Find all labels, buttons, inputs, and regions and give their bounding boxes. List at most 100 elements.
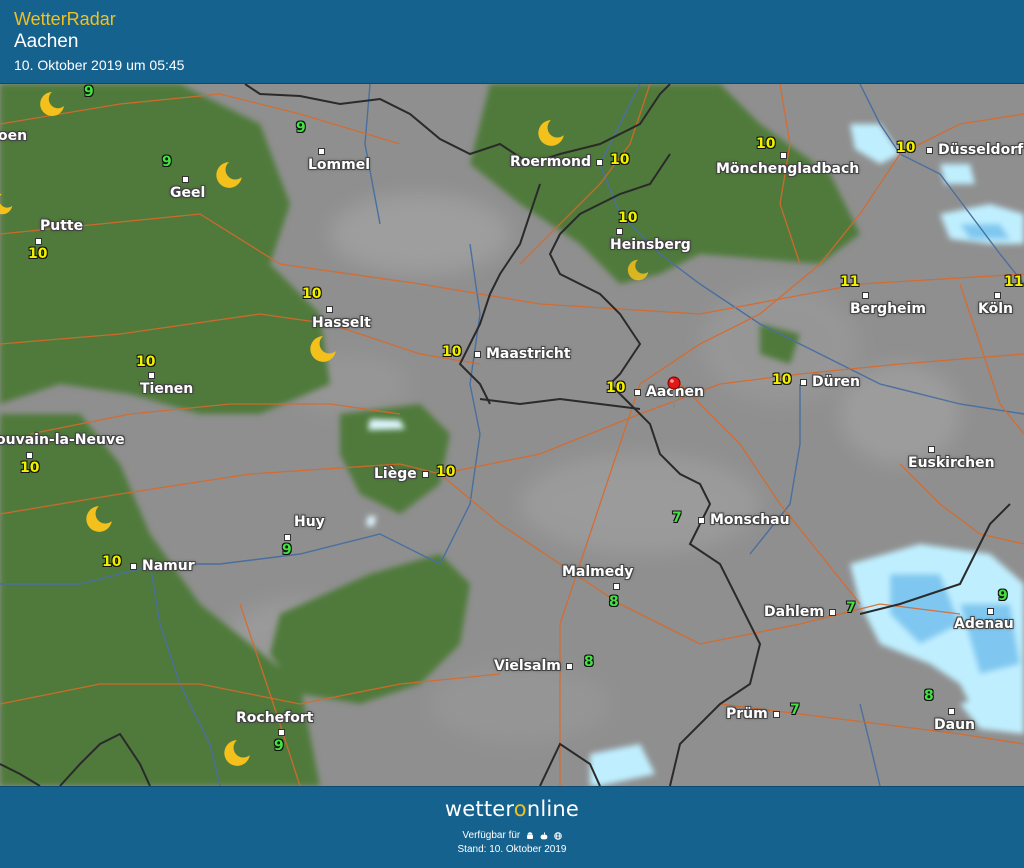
temperature-label: 7 [790,702,800,718]
radar-map[interactable]: oen Lommel Geel Putte Roermond Mönchengl… [0,84,1024,786]
city-label[interactable]: Lommel [308,148,370,173]
city-label[interactable]: Euskirchen [908,446,995,471]
city-label[interactable]: ouvain-la-Neuve [0,432,125,448]
temperature-label: 11 [1004,274,1024,290]
city-label[interactable]: Hasselt [312,306,371,331]
moon-icon [84,504,114,539]
city-label[interactable]: Liège [374,466,429,482]
temperature-label: 10 [606,380,626,396]
city-marker [182,176,189,183]
city-marker [421,470,429,478]
temperature-label: 7 [846,600,856,616]
temperature-label: 7 [672,510,682,526]
city-label[interactable]: Heinsberg [610,228,691,253]
moon-icon [222,738,252,773]
temperature-label: 10 [102,554,122,570]
city-marker [928,446,935,453]
city-marker [780,152,787,159]
timestamp: 10. Oktober 2019 um 05:45 [14,57,185,73]
city-label[interactable]: Daun [934,708,975,733]
city-label[interactable]: oen [0,128,27,144]
temperature-label: 10 [618,210,638,226]
android-icon[interactable] [526,831,534,840]
temperature-label: 9 [162,154,172,170]
city-marker [278,729,285,736]
city-label[interactable]: Mönchengladbach [716,152,859,177]
temperature-label: 10 [136,354,156,370]
location-title: Aachen [14,31,79,52]
map-base-layer [0,84,1024,786]
city-marker [26,452,33,459]
temperature-label: 9 [274,738,284,754]
temperature-label: 9 [84,84,94,100]
temperature-label: 9 [296,120,306,136]
city-label[interactable]: Prüm [726,706,780,722]
city-label[interactable]: Tienen [140,372,193,397]
temperature-label: 9 [998,588,1008,604]
city-label[interactable]: Malmedy [562,564,633,580]
city-marker [130,562,137,570]
city-label[interactable]: Bergheim [850,292,926,317]
city-marker [800,378,807,386]
city-label[interactable]: Düsseldorf [926,142,1023,158]
city-label[interactable]: Putte [40,218,83,234]
city-marker [994,292,1001,299]
city-marker [35,238,42,245]
city-marker [613,583,620,590]
temperature-label: 10 [302,286,322,302]
availability-line: Verfügbar für [0,829,1024,843]
city-marker [318,148,325,155]
city-label[interactable]: Düren [800,374,860,390]
city-label[interactable]: Adenau [954,616,1014,632]
availability-text: Verfügbar für [462,830,521,841]
city-label[interactable]: Roermond [510,154,603,170]
city-marker [987,608,994,615]
city-label[interactable]: Dahlem [764,604,836,620]
city-marker [948,708,955,715]
temperature-label: 8 [584,654,594,670]
city-marker [698,516,705,524]
city-marker [862,292,869,299]
city-label[interactable]: Geel [170,176,205,201]
city-marker [828,608,836,616]
city-marker [616,228,623,235]
city-label[interactable]: Huy [294,514,325,530]
data-stand: Stand: 10. Oktober 2019 [457,844,567,855]
city-marker [148,372,155,379]
city-marker [284,534,291,541]
temperature-label: 8 [609,594,619,610]
temperature-label: 10 [442,344,462,360]
temperature-label: 10 [28,246,48,262]
moon-icon [308,334,338,369]
temperature-label: 10 [436,464,456,480]
city-marker [596,158,603,166]
moon-icon [214,160,244,195]
moon-icon [0,192,14,221]
city-label[interactable]: Rochefort [236,710,313,726]
city-label[interactable]: Maastricht [474,346,571,362]
web-icon[interactable] [553,831,562,841]
city-marker [565,662,573,670]
temperature-label: 10 [756,136,776,152]
wetteronline-logo[interactable]: wetteronline [0,797,1024,821]
temperature-label: 10 [20,460,40,476]
location-pin-icon[interactable] [667,376,681,415]
city-marker [634,388,641,396]
city-marker [326,306,333,313]
city-label[interactable]: Monschau [698,512,790,528]
temperature-label: 10 [772,372,792,388]
apple-icon[interactable] [540,831,548,840]
app-footer: wetteronline Verfügbar für Stand: 10. Ok… [0,786,1024,868]
temperature-label: 8 [924,688,934,704]
temperature-label: 10 [610,152,630,168]
moon-icon [626,256,650,289]
temperature-label: 9 [282,542,292,558]
temperature-label: 10 [896,140,916,156]
app-title: WetterRadar [14,9,116,29]
city-label[interactable]: Köln [978,292,1013,317]
app-header: WetterRadar Aachen 10. Oktober 2019 um 0… [0,0,1024,84]
city-label[interactable]: Vielsalm [494,658,573,674]
city-label[interactable]: Namur [130,558,195,574]
moon-icon [536,118,566,153]
moon-icon [38,90,66,123]
